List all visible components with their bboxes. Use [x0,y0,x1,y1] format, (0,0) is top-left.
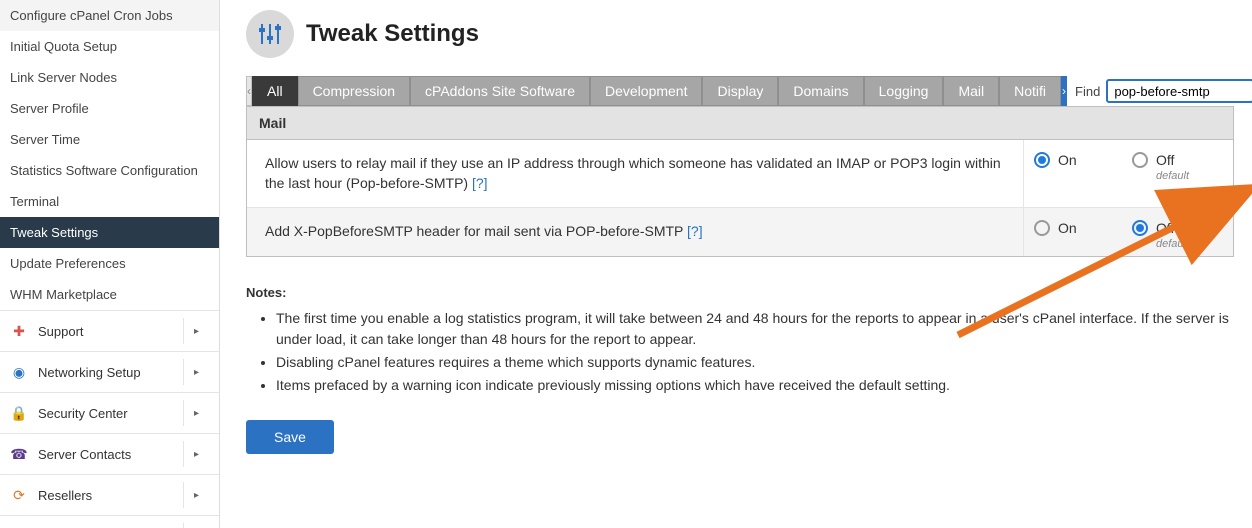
find-label: Find [1075,84,1100,99]
option-off: Off default [1132,220,1212,250]
find-wrap: Find [1075,76,1252,106]
sidebar-group-support[interactable]: ✚ Support ▸ [0,310,219,351]
setting-options: On Off default [1023,208,1233,256]
help-link[interactable]: [?] [687,223,703,239]
option-label: Off [1156,220,1174,236]
support-icon: ✚ [10,322,28,340]
tab-notifi[interactable]: Notifi [999,76,1061,106]
sidebar-group-server-contacts[interactable]: ☎ Server Contacts ▸ [0,433,219,474]
sidebar-group-label: Server Contacts [38,447,131,462]
resellers-icon: ⟳ [10,486,28,504]
sidebar: Configure cPanel Cron JobsInitial Quota … [0,0,220,528]
find-input[interactable] [1106,79,1252,103]
expand-icon[interactable]: ▸ [183,400,209,426]
tab-logging[interactable]: Logging [864,76,944,106]
setting-options: On Off default [1023,140,1233,207]
expand-icon[interactable]: ▸ [183,359,209,385]
tweak-settings-icon [246,10,294,58]
radio-off[interactable] [1132,152,1148,168]
sidebar-item-tweak-settings[interactable]: Tweak Settings [0,217,219,248]
sidebar-item-terminal[interactable]: Terminal [0,186,219,217]
default-label: default [1156,170,1189,182]
radio-off[interactable] [1132,220,1148,236]
sidebar-item-configure-cpanel-cron-jobs[interactable]: Configure cPanel Cron Jobs [0,0,219,31]
page-header: Tweak Settings [246,10,1234,58]
note-item: Disabling cPanel features requires a the… [276,352,1234,373]
sidebar-item-link-server-nodes[interactable]: Link Server Nodes [0,62,219,93]
sidebar-group-label: Support [38,324,84,339]
expand-icon[interactable]: ▸ [183,482,209,508]
security-center-icon: 🔒 [10,404,28,422]
option-on: On [1034,220,1114,236]
tab-display[interactable]: Display [702,76,778,106]
sidebar-group-label: Resellers [38,488,92,503]
tab-domains[interactable]: Domains [778,76,863,106]
option-on: On [1034,152,1114,168]
tab-mail[interactable]: Mail [943,76,999,106]
note-item: Items prefaced by a warning icon indicat… [276,375,1234,396]
tab-all[interactable]: All [252,76,298,106]
sidebar-item-initial-quota-setup[interactable]: Initial Quota Setup [0,31,219,62]
notes-header: Notes: [246,285,1234,300]
setting-description: Allow users to relay mail if they use an… [247,140,1023,207]
networking-setup-icon: ◉ [10,363,28,381]
server-contacts-icon: ☎ [10,445,28,463]
radio-on[interactable] [1034,220,1050,236]
setting-description: Add X-PopBeforeSMTP header for mail sent… [247,208,1023,256]
sidebar-group-label: Security Center [38,406,128,421]
sidebar-item-server-time[interactable]: Server Time [0,124,219,155]
tabs: AllCompressioncPAddons Site SoftwareDeve… [252,76,1061,106]
setting-row: Add X-PopBeforeSMTP header for mail sent… [247,208,1233,256]
expand-icon[interactable]: ▸ [183,318,209,344]
tab-cpaddons-site-software[interactable]: cPAddons Site Software [410,76,590,106]
sidebar-item-whm-marketplace[interactable]: WHM Marketplace [0,279,219,310]
note-item: The first time you enable a log statisti… [276,308,1234,350]
option-off: Off default [1132,152,1212,182]
panel-header: Mail [247,107,1233,140]
sidebar-item-statistics-software-configuration[interactable]: Statistics Software Configuration [0,155,219,186]
option-label: On [1058,152,1077,168]
sidebar-group-service-configuration[interactable]: ⚙Service Configuration▸ [0,515,219,528]
notes-list: The first time you enable a log statisti… [276,308,1234,396]
sidebar-group-label: Networking Setup [38,365,141,380]
radio-on[interactable] [1034,152,1050,168]
sidebar-item-server-profile[interactable]: Server Profile [0,93,219,124]
sidebar-group-security-center[interactable]: 🔒 Security Center ▸ [0,392,219,433]
expand-icon[interactable]: ▸ [183,523,209,528]
help-link[interactable]: [?] [472,175,488,191]
option-label: Off [1156,152,1174,168]
expand-icon[interactable]: ▸ [183,441,209,467]
tab-development[interactable]: Development [590,76,703,106]
default-label: default [1156,238,1189,250]
tab-scroll-right[interactable]: › [1061,76,1067,106]
main-content: Tweak Settings ‹ AllCompressioncPAddons … [220,0,1252,472]
page-title: Tweak Settings [306,20,479,48]
option-label: On [1058,220,1077,236]
sidebar-group-resellers[interactable]: ⟳ Resellers ▸ [0,474,219,515]
sidebar-item-update-preferences[interactable]: Update Preferences [0,248,219,279]
save-button[interactable]: Save [246,420,334,454]
sidebar-group-networking-setup[interactable]: ◉ Networking Setup ▸ [0,351,219,392]
tabs-row: ‹ AllCompressioncPAddons Site SoftwareDe… [246,76,1234,106]
settings-panel: Mail Allow users to relay mail if they u… [246,106,1234,257]
setting-row: Allow users to relay mail if they use an… [247,140,1233,208]
tab-compression[interactable]: Compression [298,76,410,106]
